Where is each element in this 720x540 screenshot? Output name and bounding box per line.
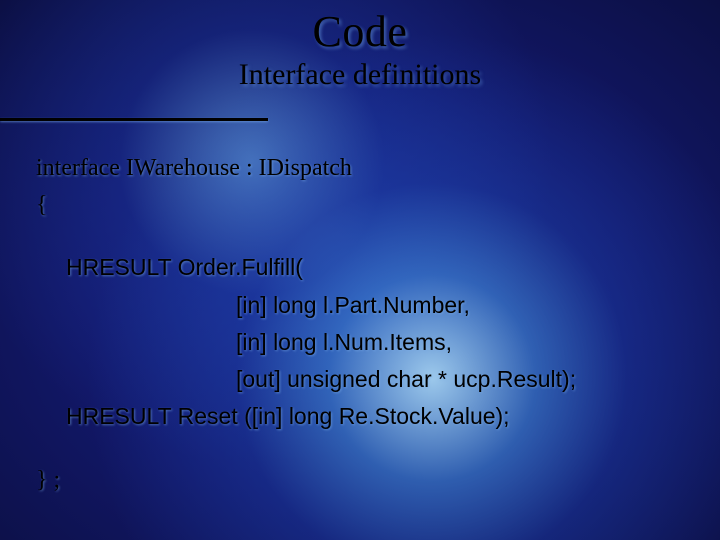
code-text: [in] long l.Part.Number, — [236, 292, 470, 318]
code-line: interface IWarehouse : IDispatch — [36, 150, 684, 187]
slide-title: Code — [0, 6, 720, 57]
code-text: [in] long l.Num.Items, — [236, 329, 452, 355]
code-line: HRESULT Reset ([in] long Re.Stock.Value)… — [36, 399, 684, 436]
code-line: { — [36, 187, 684, 224]
slide: Code Interface definitions interface IWa… — [0, 0, 720, 540]
blank-line — [36, 224, 684, 250]
code-line: } ; — [36, 462, 684, 499]
code-line: [in] long l.Part.Number, — [36, 288, 684, 325]
code-line: [in] long l.Num.Items, — [36, 325, 684, 362]
slide-subtitle: Interface definitions — [0, 58, 720, 92]
code-text: HRESULT Reset ([in] long Re.Stock.Value)… — [66, 403, 510, 429]
code-line: [out] unsigned char * ucp.Result); — [36, 362, 684, 399]
title-underline — [0, 118, 268, 121]
code-text: [out] unsigned char * ucp.Result); — [236, 366, 576, 392]
blank-line — [36, 436, 684, 462]
code-line: HRESULT Order.Fulfill( — [36, 250, 684, 287]
code-text: HRESULT Order.Fulfill( — [66, 254, 303, 280]
code-body: interface IWarehouse : IDispatch { HRESU… — [36, 150, 684, 500]
